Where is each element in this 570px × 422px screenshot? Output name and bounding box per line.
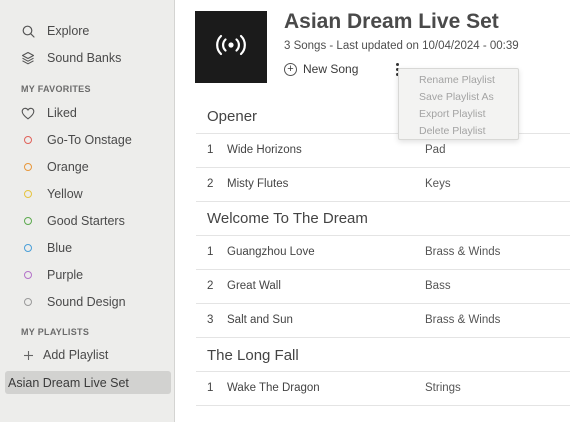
song-category: Pad — [425, 144, 446, 156]
search-icon — [21, 24, 35, 38]
song-category: Brass & Winds — [425, 314, 501, 326]
sidebar-item-yellow[interactable]: Yellow — [0, 182, 175, 206]
playlist-context-menu: Rename Playlist Save Playlist As Export … — [398, 68, 519, 140]
sidebar-item-liked[interactable]: Liked — [0, 101, 175, 125]
sidebar-item-explore[interactable]: Explore — [0, 19, 175, 43]
sidebar-item-label: Go-To Onstage — [47, 133, 132, 147]
dot-icon — [21, 268, 35, 282]
sidebar-playlist-item-selected[interactable]: Asian Dream Live Set — [5, 371, 171, 394]
sidebar-item-label: Good Starters — [47, 214, 125, 228]
divider — [196, 201, 570, 202]
dot-icon — [21, 133, 35, 147]
song-name: Wake The Dragon — [227, 382, 320, 394]
sidebar-item-label: Liked — [47, 106, 77, 120]
song-row[interactable]: 1 Guangzhou Love Brass & Winds — [196, 235, 570, 269]
sidebar-item-orange[interactable]: Orange — [0, 155, 175, 179]
section-title: The Long Fall — [207, 347, 299, 364]
add-playlist-button[interactable]: Add Playlist — [0, 343, 175, 367]
menu-item-rename-playlist[interactable]: Rename Playlist — [399, 71, 518, 88]
song-name: Wide Horizons — [227, 144, 302, 156]
section-title: Welcome To The Dream — [207, 210, 368, 227]
sidebar-item-label: Sound Banks — [47, 51, 122, 65]
sidebar-item-good-starters[interactable]: Good Starters — [0, 209, 175, 233]
playlists-header: MY PLAYLISTS — [21, 327, 90, 337]
dot-icon — [21, 295, 35, 309]
dot-icon — [21, 160, 35, 174]
sidebar-item-label: Blue — [47, 241, 73, 255]
layers-icon — [21, 51, 35, 65]
song-category: Brass & Winds — [425, 246, 501, 258]
playlist-view: Asian Dream Live Set 3 Songs - Last upda… — [176, 0, 570, 422]
sidebar-item-blue[interactable]: Blue — [0, 236, 175, 260]
new-song-label: New Song — [303, 62, 359, 76]
song-number: 2 — [207, 280, 214, 292]
song-number: 1 — [207, 144, 214, 156]
sidebar-item-sound-design[interactable]: Sound Design — [0, 290, 175, 314]
broadcast-icon — [213, 34, 249, 61]
menu-item-export-playlist[interactable]: Export Playlist — [399, 105, 518, 122]
song-category: Keys — [425, 178, 451, 190]
sidebar-item-go-to-onstage[interactable]: Go-To Onstage — [0, 128, 175, 152]
song-row[interactable]: 2 Misty Flutes Keys — [196, 167, 570, 201]
song-row[interactable]: 3 Salt and Sun Brass & Winds — [196, 303, 570, 337]
favorites-header: MY FAVORITES — [21, 84, 91, 94]
divider — [196, 337, 570, 338]
menu-item-delete-playlist[interactable]: Delete Playlist — [399, 122, 518, 139]
add-playlist-label: Add Playlist — [43, 348, 109, 362]
song-number: 1 — [207, 246, 214, 258]
dot-icon — [21, 214, 35, 228]
sidebar-item-sound-banks[interactable]: Sound Banks — [0, 46, 175, 70]
sidebar-item-label: Yellow — [47, 187, 83, 201]
section-title: Opener — [207, 108, 258, 125]
sidebar-item-label: Purple — [47, 268, 84, 282]
playlist-meta: 3 Songs - Last updated on 10/04/2024 - 0… — [284, 40, 519, 52]
page-title: Asian Dream Live Set — [284, 10, 499, 33]
sidebar: Explore Sound Banks MY FAVORITES Liked G… — [0, 0, 175, 422]
sidebar-item-label: Explore — [47, 24, 90, 38]
plus-icon — [21, 348, 35, 362]
song-number: 1 — [207, 382, 214, 394]
new-song-button[interactable]: + New Song — [284, 61, 358, 77]
playlist-artwork — [195, 11, 267, 83]
song-row[interactable]: 1 Wake The Dragon Strings — [196, 371, 570, 405]
song-number: 3 — [207, 314, 214, 326]
song-category: Strings — [425, 382, 461, 394]
song-row[interactable]: 2 Great Wall Bass — [196, 269, 570, 303]
sidebar-item-label: Orange — [47, 160, 89, 174]
dot-icon — [21, 241, 35, 255]
divider — [196, 405, 570, 406]
heart-icon — [21, 106, 35, 120]
sidebar-item-purple[interactable]: Purple — [0, 263, 175, 287]
song-name: Great Wall — [227, 280, 281, 292]
song-number: 2 — [207, 178, 214, 190]
song-name: Guangzhou Love — [227, 246, 315, 258]
plus-circle-icon: + — [284, 62, 297, 76]
playlist-name: Asian Dream Live Set — [8, 375, 129, 390]
dot-icon — [21, 187, 35, 201]
song-category: Bass — [425, 280, 451, 292]
song-name: Salt and Sun — [227, 314, 293, 326]
song-name: Misty Flutes — [227, 178, 289, 190]
sidebar-item-label: Sound Design — [47, 295, 126, 309]
menu-item-save-playlist-as[interactable]: Save Playlist As — [399, 88, 518, 105]
